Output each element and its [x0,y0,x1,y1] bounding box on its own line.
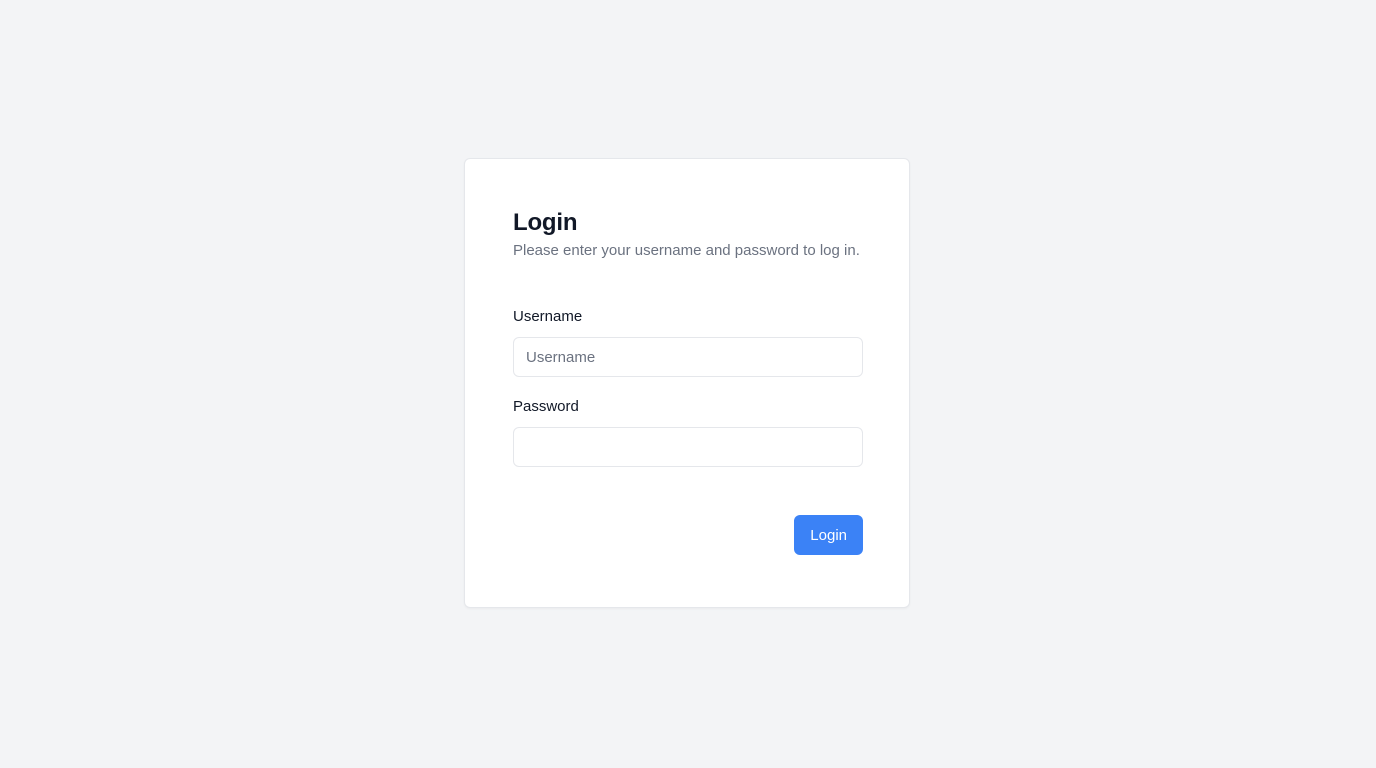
login-instructions: Please enter your username and password … [513,242,860,259]
login-page: Login Please enter your username and pas… [0,0,1376,768]
login-card: Login Please enter your username and pas… [464,158,910,608]
password-input[interactable] [513,427,863,467]
username-input[interactable] [513,337,863,377]
form-actions: Login [513,515,863,555]
login-button[interactable]: Login [794,515,863,555]
password-label: Password [513,398,579,415]
username-label: Username [513,308,583,325]
page-title: Login [513,209,578,236]
